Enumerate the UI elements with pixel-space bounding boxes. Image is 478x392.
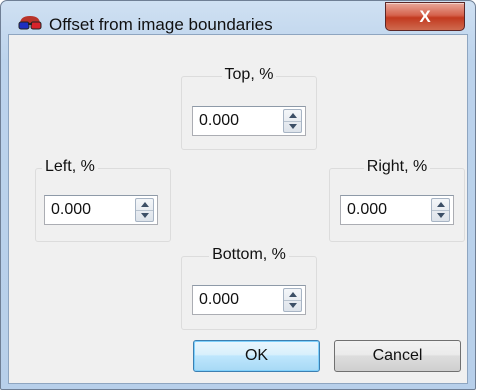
close-icon: X: [419, 7, 431, 26]
dialog-window: Offset from image boundaries X Top, % 0.…: [0, 0, 476, 390]
window-title: Offset from image boundaries: [49, 15, 273, 34]
title-bar[interactable]: Offset from image boundaries X: [1, 1, 477, 34]
bottom-offset-spinbox[interactable]: 0.000: [192, 285, 306, 315]
dialog-client-area: Top, % 0.000 Left, % 0.000 Right, % 0.00…: [8, 34, 468, 384]
right-offset-label: Right, %: [363, 158, 431, 175]
top-offset-label: Top, %: [221, 66, 277, 83]
bottom-offset-input[interactable]: 0.000: [199, 291, 239, 309]
3d-glasses-icon: [18, 15, 42, 31]
arrow-up-icon: [289, 113, 297, 118]
arrow-down-icon: [289, 124, 297, 129]
left-offset-decrement-button[interactable]: [136, 210, 153, 221]
top-offset-spinbox[interactable]: 0.000: [192, 106, 306, 136]
left-offset-label: Left, %: [42, 158, 98, 175]
left-offset-group: Left, % 0.000: [35, 158, 171, 242]
left-offset-spinbox[interactable]: 0.000: [44, 195, 158, 225]
arrow-up-icon: [437, 202, 445, 207]
arrow-up-icon: [141, 202, 149, 207]
left-offset-spin-buttons: [135, 198, 154, 222]
top-offset-decrement-button[interactable]: [284, 121, 301, 132]
close-button[interactable]: X: [385, 2, 465, 31]
top-offset-group: Top, % 0.000: [181, 66, 317, 150]
cancel-button[interactable]: Cancel: [334, 340, 461, 372]
bottom-offset-spin-buttons: [283, 288, 302, 312]
right-offset-input[interactable]: 0.000: [347, 201, 387, 219]
right-offset-spinbox[interactable]: 0.000: [340, 195, 454, 225]
bottom-offset-decrement-button[interactable]: [284, 300, 301, 311]
arrow-down-icon: [437, 213, 445, 218]
right-offset-group: Right, % 0.000: [329, 158, 465, 242]
top-offset-spin-buttons: [283, 109, 302, 133]
right-offset-decrement-button[interactable]: [432, 210, 449, 221]
arrow-up-icon: [289, 292, 297, 297]
right-offset-spin-buttons: [431, 198, 450, 222]
top-offset-input[interactable]: 0.000: [199, 112, 239, 130]
bottom-offset-label: Bottom, %: [209, 246, 289, 263]
arrow-down-icon: [141, 213, 149, 218]
bottom-offset-group: Bottom, % 0.000: [181, 246, 317, 330]
arrow-down-icon: [289, 303, 297, 308]
left-offset-input[interactable]: 0.000: [51, 201, 91, 219]
ok-button[interactable]: OK: [193, 340, 320, 372]
